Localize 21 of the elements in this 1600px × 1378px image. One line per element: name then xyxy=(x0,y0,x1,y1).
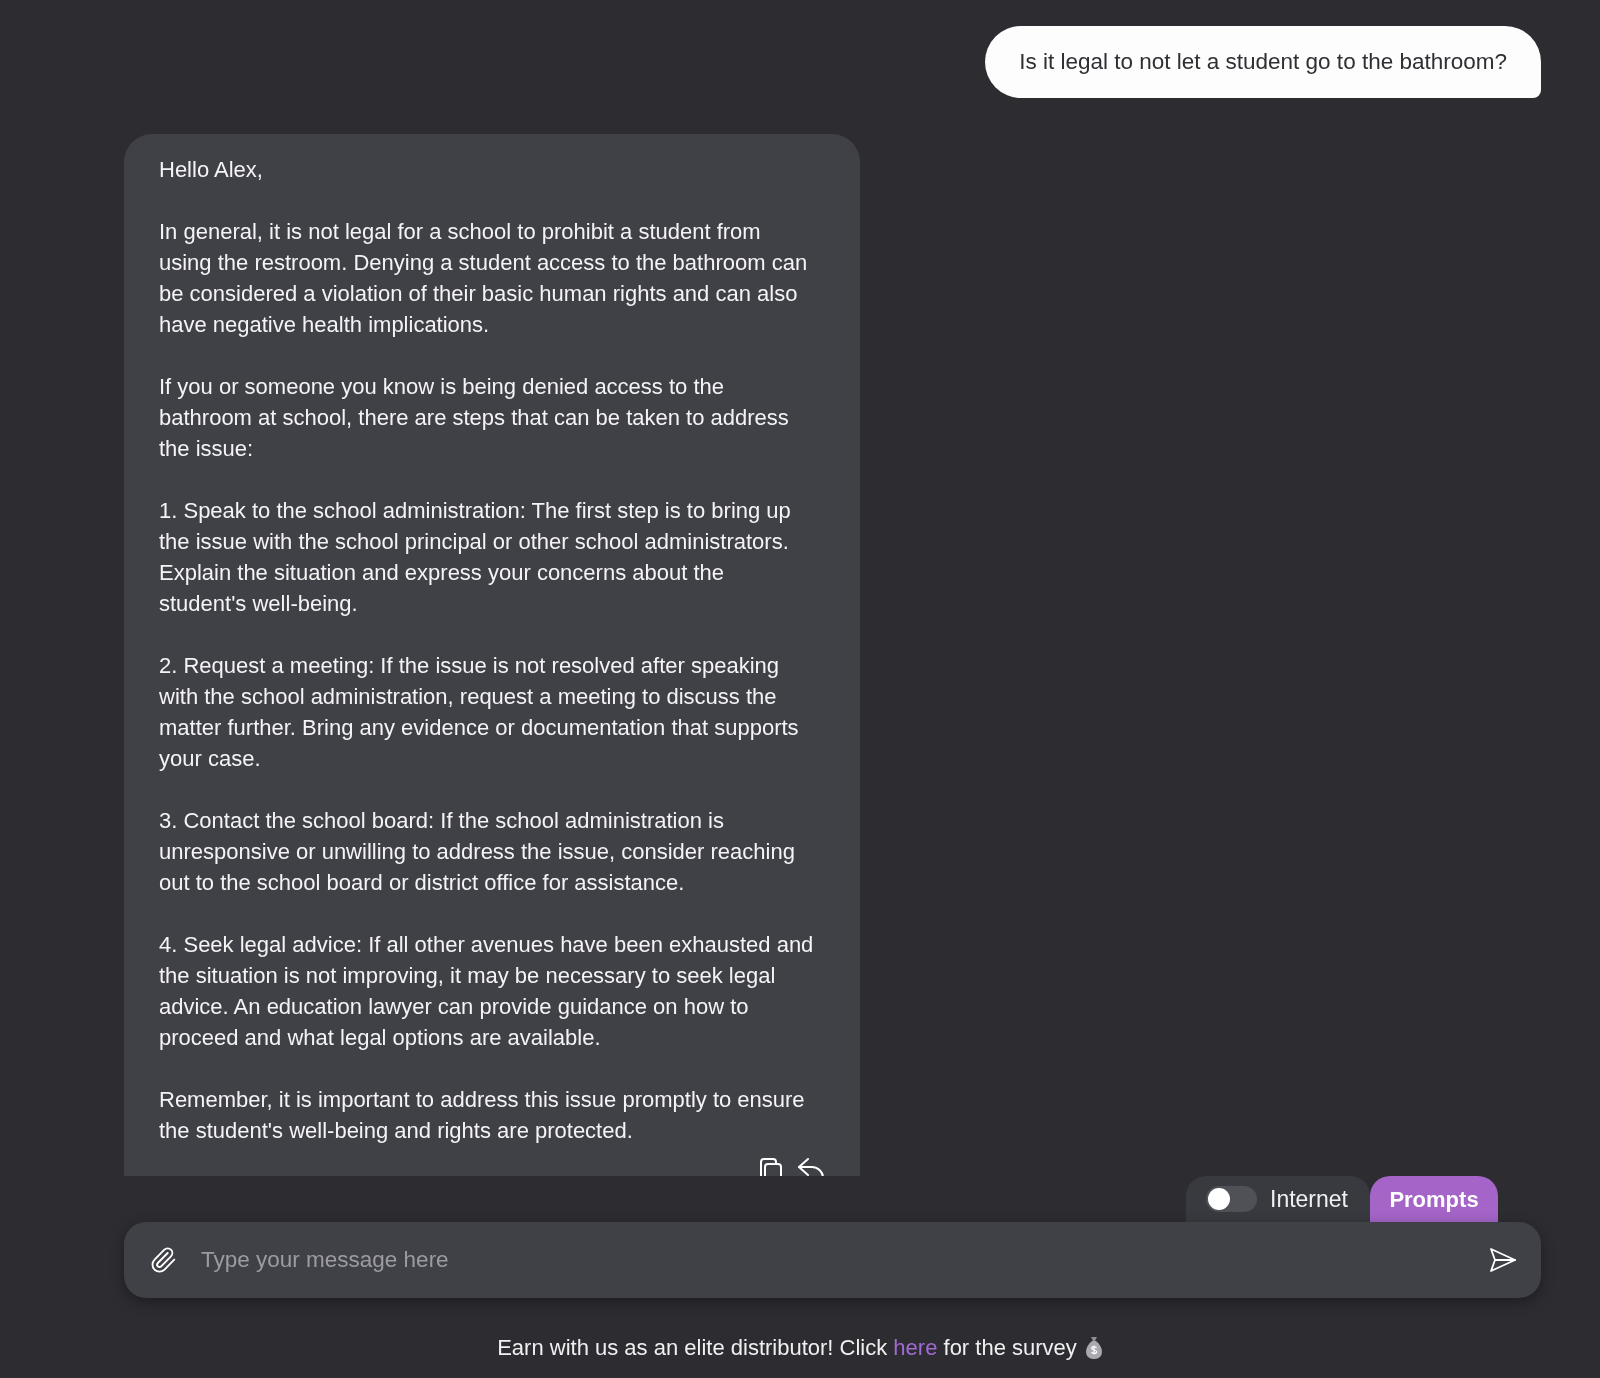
message-paragraph: 2. Request a meeting: If the issue is not resolved after speaking with the school administration, request a meeting to discuss the matter further. Bring any evidence or documentation that supports your case. xyxy=(159,652,800,773)
message-paragraph: Hello Alex, xyxy=(159,156,264,184)
internet-toggle[interactable] xyxy=(1206,1186,1257,1212)
internet-label: Internet xyxy=(1270,1184,1348,1214)
paperclip-icon[interactable] xyxy=(149,1245,177,1275)
survey-link[interactable]: here xyxy=(893,1335,938,1360)
user-message: Is it legal to not let a student go to the bathroom? xyxy=(985,26,1541,98)
promo-text: Earn with us as an elite distributor! Click here for the survey xyxy=(497,1334,1077,1362)
message-paragraph: In general, it is not legal for a school to prohibit a student from using the restroom. Denying a student access to the bathroom can be considered a violation of their basic human rights and can also have negative health implications. xyxy=(159,218,809,339)
copy-icon[interactable] xyxy=(757,1157,783,1176)
send-icon[interactable] xyxy=(1489,1247,1517,1273)
message-paragraph: 1. Speak to the school administration: The first step is to bring up the issue with the school principal or other school administrators. Explain the situation and express your concerns about the student's well-being. xyxy=(159,497,792,618)
money-bag-icon xyxy=(1084,1335,1103,1360)
message-paragraph: 3. Contact the school board: If the school administration is unresponsive or unwilling to address the issue, consider reaching out to the school board or district office for assistance. xyxy=(159,807,796,897)
message-paragraph: Remember, it is important to address this issue promptly to ensure the student's well-being and rights are protected. xyxy=(159,1086,806,1145)
message-input[interactable]: Type your message here xyxy=(201,1243,1465,1277)
message-paragraph: 4. Seek legal advice: If all other avenues have been exhausted and the situation is not improving, it may be necessary to seek legal advice. An education lawyer can provide guidance on how to proceed and what legal options are available. xyxy=(159,931,815,1052)
message-paragraph: If you or someone you know is being denied access to the bathroom at school, there are steps that can be taken to address the issue: xyxy=(159,373,790,463)
message-input-box[interactable]: Type your message here xyxy=(124,1222,1541,1298)
reply-icon[interactable] xyxy=(797,1157,825,1176)
prompts-button[interactable]: Prompts xyxy=(1370,1176,1498,1222)
